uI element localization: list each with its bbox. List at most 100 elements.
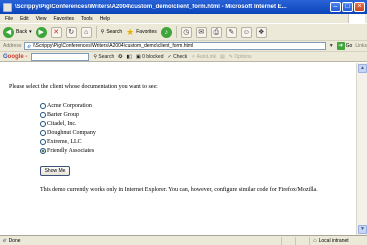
- document-icon: [3, 2, 12, 12]
- address-value: \\Scrippy\Pig\Conferences\Writers\A2004\…: [32, 43, 194, 49]
- print-button[interactable]: ⎙: [210, 26, 222, 38]
- google-toolbar: Google - ⚲ Search ✪ ▮▯ ▣ 0 blocked ✓ Che…: [0, 51, 367, 62]
- client-option-friendly[interactable]: Friendly Associates: [40, 146, 96, 155]
- client-option-label: Doughnut Company: [47, 129, 96, 136]
- windows-logo-icon: [348, 14, 365, 23]
- menu-bar: File Edit View Favorites Tools Help: [0, 14, 367, 23]
- status-bar: ℯ Done ⌂ Local intranet: [0, 235, 367, 245]
- popup-blocked-label: 0 blocked: [142, 53, 164, 60]
- status-left: ℯ Done: [3, 237, 281, 245]
- chevron-down-icon[interactable]: ▾: [29, 29, 32, 35]
- go-arrow-icon: ➜: [336, 42, 345, 50]
- status-pane: [295, 236, 309, 245]
- back-button[interactable]: ◀ Back ▾: [3, 26, 32, 38]
- client-option-doughnut[interactable]: Doughnut Company: [40, 128, 96, 137]
- client-option-acme[interactable]: Acme Corporation: [40, 101, 96, 110]
- scroll-up-button[interactable]: ▲: [358, 64, 367, 73]
- go-label: Go: [345, 43, 353, 49]
- menu-edit[interactable]: Edit: [20, 16, 29, 22]
- menu-file[interactable]: File: [5, 16, 13, 22]
- radio-button[interactable]: [40, 102, 46, 109]
- menu-tools[interactable]: Tools: [81, 16, 93, 22]
- client-option-extreme[interactable]: Extreme, LLC: [40, 137, 96, 146]
- google-search-button[interactable]: ⚲ Search: [93, 54, 114, 60]
- radio-button[interactable]: [40, 111, 46, 118]
- address-input[interactable]: ℯ \\Scrippy\Pig\Conferences\Writers\A200…: [24, 42, 326, 50]
- google-search-input[interactable]: [31, 52, 90, 61]
- favorites-label: Favorites: [136, 29, 157, 35]
- site-search-icon[interactable]: ✪: [118, 54, 122, 60]
- page-prompt: Please select the client whose documenta…: [9, 84, 158, 90]
- google-search-label: Search: [98, 53, 115, 60]
- links-label[interactable]: Links: [355, 43, 367, 49]
- google-logo-rest: oogle -: [7, 53, 28, 60]
- client-option-label: Acme Corporation: [47, 102, 92, 109]
- close-button[interactable]: ×: [354, 2, 365, 12]
- page-rank-icon[interactable]: ▮▯: [126, 54, 132, 60]
- address-dropdown-icon[interactable]: ▼: [329, 43, 334, 49]
- autolink-label: AutoLink: [196, 53, 217, 60]
- edit-button[interactable]: ✎: [225, 26, 237, 38]
- spell-check-button[interactable]: ✓ Check: [168, 54, 188, 60]
- client-option-label: Friendly Associates: [47, 147, 95, 154]
- menu-view[interactable]: View: [36, 16, 47, 22]
- ie-page-icon: ℯ: [27, 43, 31, 50]
- window-title: \Scrippy\Pig\Conferences\Writers\A2004\c…: [15, 4, 287, 10]
- client-option-citadel[interactable]: Citadel, Inc.: [40, 119, 96, 128]
- media-button[interactable]: ♪: [160, 26, 172, 38]
- menu-help[interactable]: Help: [100, 16, 110, 22]
- autolink-button[interactable]: ✧ AutoLink: [191, 54, 216, 60]
- research-button[interactable]: ❖: [255, 26, 267, 38]
- google-logo[interactable]: Google -: [3, 54, 27, 60]
- history-button[interactable]: ◷: [180, 26, 192, 38]
- search-button[interactable]: ⚲ Search: [101, 29, 123, 35]
- radio-button[interactable]: [40, 120, 46, 127]
- local-intranet-icon: ⌂: [313, 237, 317, 244]
- client-option-barter[interactable]: Barter Group: [40, 110, 96, 119]
- mail-button[interactable]: ✉: [195, 26, 207, 38]
- favorites-button[interactable]: ★ Favorites: [126, 26, 157, 37]
- spell-check-label: Check: [173, 53, 188, 60]
- toolbar-separator: [95, 26, 97, 38]
- minimize-button[interactable]: –: [330, 2, 341, 12]
- ie-page-icon: ℯ: [3, 238, 7, 244]
- vertical-scrollbar[interactable]: ▲ ▼: [356, 63, 367, 235]
- search-label: Search: [106, 29, 123, 35]
- client-option-label: Extreme, LLC: [47, 138, 82, 145]
- messenger-button[interactable]: ☺: [240, 26, 252, 38]
- radio-button-selected[interactable]: [40, 147, 46, 154]
- refresh-button[interactable]: ↻: [65, 26, 77, 38]
- scroll-down-button[interactable]: ▼: [358, 225, 367, 234]
- standard-toolbar: ◀ Back ▾ ▶ ✕ ↻ ⌂ ⚲ Search ★ Favorites ♪ …: [0, 23, 367, 40]
- security-zone: ⌂ Local intranet: [309, 236, 367, 245]
- show-me-button[interactable]: Show Me: [40, 166, 70, 176]
- client-option-label: Barter Group: [47, 111, 79, 118]
- client-option-label: Citadel, Inc.: [47, 120, 77, 127]
- menu-favorites[interactable]: Favorites: [53, 16, 74, 22]
- status-text: Done: [8, 237, 21, 244]
- address-bar: Address ℯ \\Scrippy\Pig\Conferences\Writ…: [0, 40, 367, 51]
- back-label: Back: [16, 29, 28, 35]
- search-icon: ⚲: [100, 29, 105, 35]
- radio-button[interactable]: [40, 129, 46, 136]
- autofill-button[interactable]: ▤: [220, 54, 225, 60]
- address-label: Address: [3, 43, 22, 49]
- toolbar-separator: [175, 26, 177, 38]
- zone-label: Local intranet: [318, 237, 349, 244]
- back-arrow-icon: ◀: [3, 26, 14, 38]
- client-radio-group: Acme Corporation Barter Group Citadel, I…: [40, 101, 96, 155]
- forward-button[interactable]: ▶: [35, 26, 47, 38]
- stop-button[interactable]: ✕: [50, 26, 62, 38]
- browser-support-note: This demo currently works only in Intern…: [40, 187, 318, 193]
- maximize-button[interactable]: □: [342, 2, 353, 12]
- popup-blocker-button[interactable]: ▣ 0 blocked: [136, 54, 164, 60]
- radio-button[interactable]: [40, 138, 46, 145]
- window-controls: – □ ×: [330, 2, 365, 12]
- title-bar: \Scrippy\Pig\Conferences\Writers\A2004\c…: [0, 0, 367, 14]
- star-icon: ★: [126, 26, 135, 37]
- go-button[interactable]: ➜ Go: [336, 42, 353, 50]
- options-label: Options: [234, 53, 252, 60]
- home-button[interactable]: ⌂: [80, 26, 92, 38]
- status-pane: [281, 236, 295, 245]
- google-options-button[interactable]: ✎ Options: [229, 54, 252, 60]
